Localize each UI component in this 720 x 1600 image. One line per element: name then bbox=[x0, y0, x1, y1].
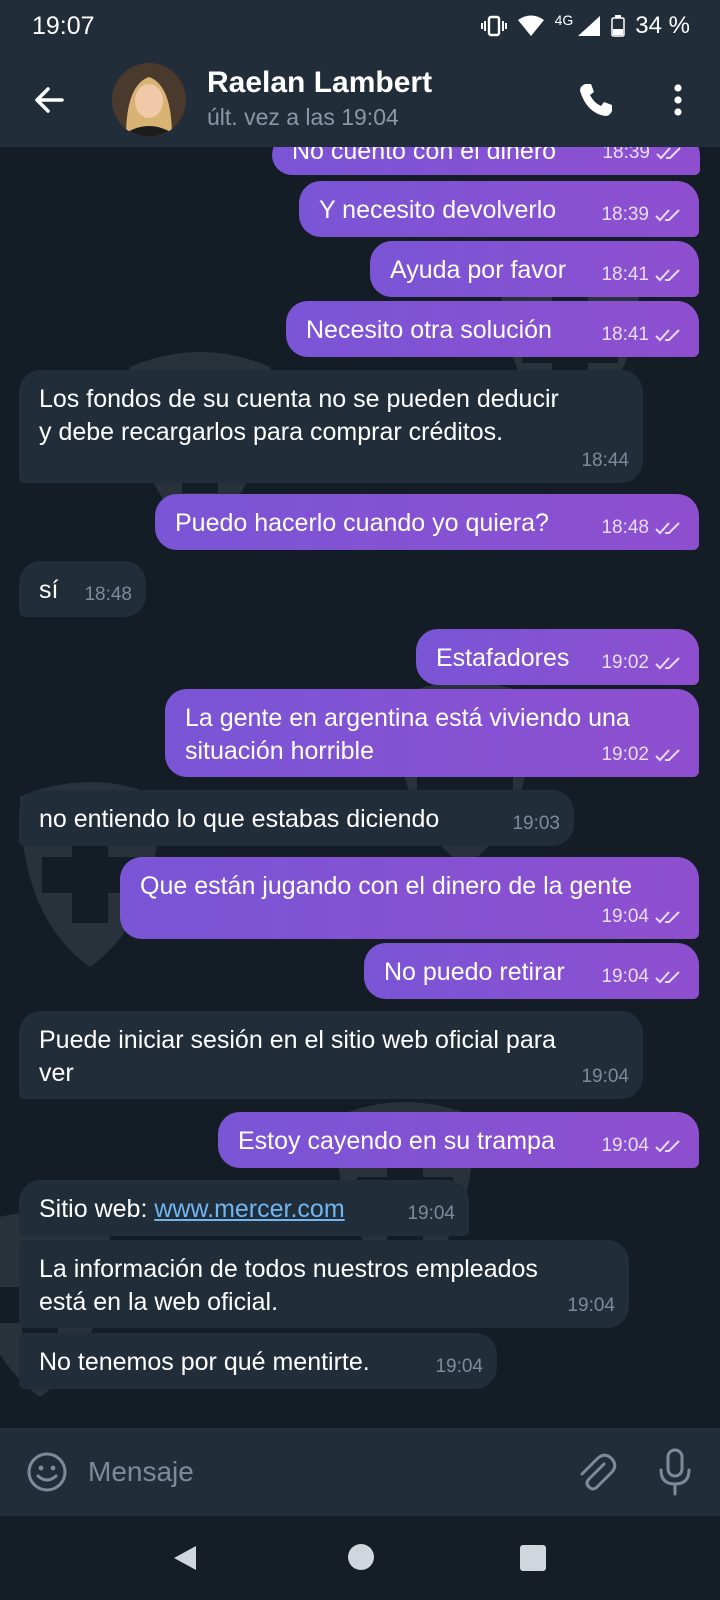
message-bubble-incoming[interactable]: Puede iniciar sesión en el sitio web ofi… bbox=[19, 1011, 643, 1099]
message-time: 19:04 bbox=[567, 1295, 615, 1316]
status-time: 19:07 bbox=[32, 11, 95, 40]
battery-level: 34 % bbox=[635, 12, 690, 39]
status-icons: 4G 34 % bbox=[480, 12, 690, 40]
battery-icon bbox=[611, 15, 626, 37]
message-bubble-incoming[interactable]: no entiendo lo que estabas diciendo 19:0… bbox=[19, 790, 574, 846]
message-time: 19:04 bbox=[601, 1135, 649, 1156]
message-bubble-outgoing[interactable]: No cuento con el dinero 18:39 bbox=[272, 147, 700, 175]
status-bar: 19:07 4G 34 % bbox=[0, 0, 720, 52]
message-input[interactable] bbox=[88, 1446, 548, 1498]
message-bubble-outgoing[interactable]: Puedo hacerlo cuando yo quiera? 18:48 bbox=[155, 494, 699, 550]
message-bubble-outgoing[interactable]: Y necesito devolverlo 18:39 bbox=[299, 181, 699, 237]
nav-recents-icon[interactable] bbox=[520, 1545, 546, 1571]
message-time: 19:02 bbox=[601, 744, 649, 765]
microphone-icon[interactable] bbox=[657, 1448, 693, 1496]
message-bubble-incoming[interactable]: La información de todos nuestros emplead… bbox=[19, 1240, 629, 1328]
message-bubble-incoming[interactable]: Los fondos de su cuenta no se pueden ded… bbox=[19, 370, 643, 483]
message-time: 18:39 bbox=[601, 204, 649, 225]
contact-avatar[interactable] bbox=[112, 63, 186, 137]
message-time: 19:03 bbox=[512, 813, 560, 834]
paperclip-icon[interactable] bbox=[574, 1450, 618, 1494]
message-time: 18:39 bbox=[602, 147, 650, 163]
double-check-icon bbox=[655, 208, 680, 221]
signal-icon bbox=[578, 16, 601, 36]
message-time: 19:02 bbox=[601, 652, 649, 673]
message-bubble-outgoing[interactable]: No puedo retirar 19:04 bbox=[364, 943, 699, 999]
nav-back-icon[interactable] bbox=[172, 1544, 198, 1572]
double-check-icon bbox=[656, 147, 681, 159]
message-time: 18:41 bbox=[601, 264, 649, 285]
message-time: 18:48 bbox=[84, 584, 132, 605]
message-bubble-incoming[interactable]: sí 18:48 bbox=[19, 561, 146, 617]
message-time: 18:41 bbox=[601, 324, 649, 345]
message-list[interactable]: No cuento con el dinero 18:39 Y necesito… bbox=[0, 147, 720, 1428]
message-time: 18:44 bbox=[581, 450, 629, 471]
message-bubble-outgoing[interactable]: Que están jugando con el dinero de la ge… bbox=[120, 857, 699, 939]
network-type: 4G bbox=[554, 12, 574, 28]
vibrate-icon bbox=[480, 15, 507, 37]
message-bubble-outgoing[interactable]: Necesito otra solución 18:41 bbox=[286, 301, 699, 357]
system-navigation-bar bbox=[0, 1516, 720, 1600]
message-time: 19:04 bbox=[435, 1356, 483, 1377]
message-bubble-outgoing[interactable]: La gente en argentina está viviendo una … bbox=[165, 689, 699, 777]
nav-home-icon[interactable] bbox=[348, 1544, 374, 1570]
double-check-icon bbox=[655, 328, 680, 341]
message-time: 18:48 bbox=[601, 517, 649, 538]
phone-icon[interactable] bbox=[574, 78, 618, 122]
smiley-icon[interactable] bbox=[26, 1451, 68, 1493]
wifi-icon bbox=[517, 15, 544, 36]
message-bubble-incoming[interactable]: Sitio web: www.mercer.com 19:04 bbox=[19, 1180, 469, 1236]
message-bubble-outgoing[interactable]: Estoy cayendo en su trampa 19:04 bbox=[218, 1112, 699, 1168]
website-link[interactable]: www.mercer.com bbox=[154, 1195, 344, 1223]
double-check-icon bbox=[655, 521, 680, 534]
chat-header: Raelan Lambert últ. vez a las 19:04 bbox=[0, 52, 720, 147]
message-composer bbox=[0, 1428, 720, 1516]
message-bubble-outgoing[interactable]: Estafadores 19:02 bbox=[416, 629, 699, 685]
double-check-icon bbox=[655, 268, 680, 281]
back-arrow-icon[interactable] bbox=[30, 80, 70, 120]
message-time: 19:04 bbox=[601, 906, 649, 927]
last-seen-status: últ. vez a las 19:04 bbox=[207, 104, 399, 130]
double-check-icon bbox=[655, 1139, 680, 1152]
contact-name[interactable]: Raelan Lambert bbox=[207, 66, 432, 100]
message-time: 19:04 bbox=[407, 1203, 455, 1224]
more-vertical-icon[interactable] bbox=[664, 78, 692, 122]
double-check-icon bbox=[655, 656, 680, 669]
message-bubble-incoming[interactable]: No tenemos por qué mentirte. 19:04 bbox=[19, 1333, 497, 1389]
message-time: 19:04 bbox=[581, 1066, 629, 1087]
message-bubble-outgoing[interactable]: Ayuda por favor 18:41 bbox=[370, 241, 699, 297]
message-time: 19:04 bbox=[601, 966, 649, 987]
double-check-icon bbox=[655, 910, 680, 923]
double-check-icon bbox=[655, 970, 680, 983]
double-check-icon bbox=[655, 748, 680, 761]
